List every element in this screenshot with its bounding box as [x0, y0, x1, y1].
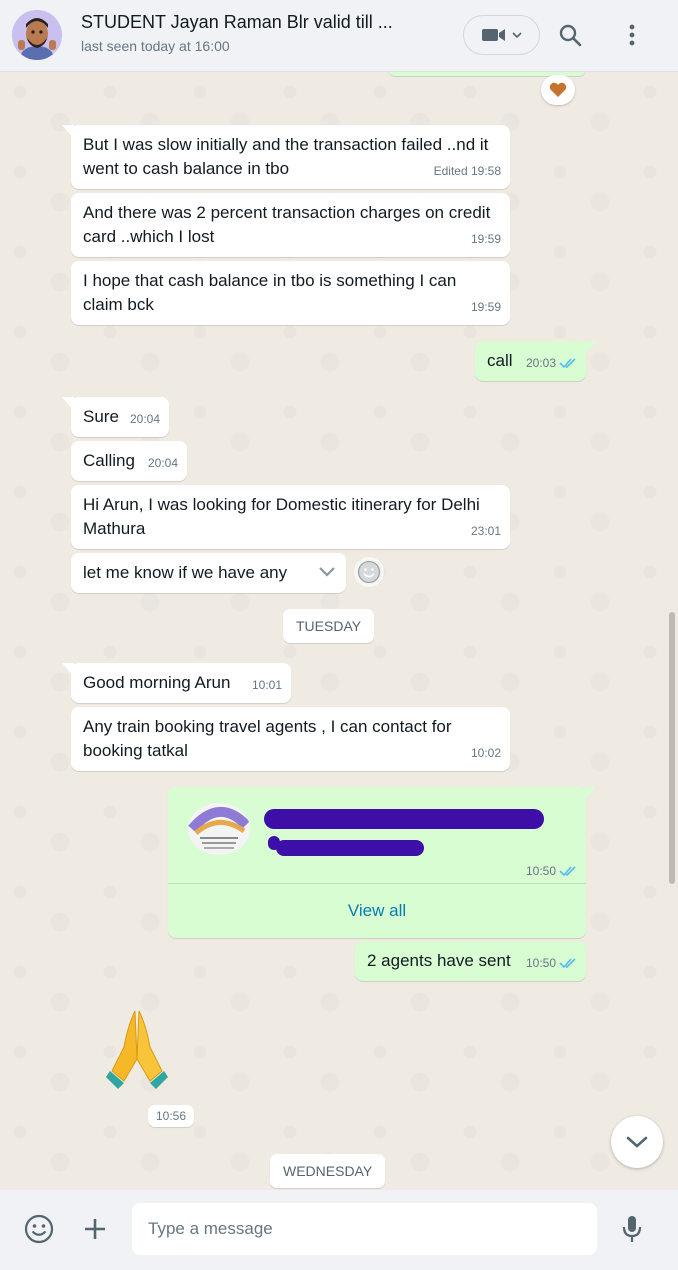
message-text: Good morning Arun	[83, 673, 231, 692]
message-text: Calling	[83, 451, 135, 470]
search-button[interactable]	[553, 18, 587, 52]
plus-icon	[85, 1219, 105, 1239]
message-incoming[interactable]: And there was 2 percent transaction char…	[71, 193, 510, 257]
video-camera-icon	[481, 29, 505, 41]
react-button[interactable]	[354, 557, 384, 587]
message-time: 19:59	[470, 300, 501, 314]
message-text: Hi Arun, I was looking for Domestic itin…	[83, 495, 480, 538]
message-text: call	[487, 351, 513, 370]
chevron-down-icon	[319, 567, 335, 577]
menu-button[interactable]	[615, 18, 649, 52]
message-incoming[interactable]: Hi Arun, I was looking for Domestic itin…	[71, 485, 510, 549]
message-incoming[interactable]: Good morning Arun 10:01	[71, 663, 291, 703]
smiley-icon	[357, 560, 381, 584]
folded-hands-icon	[106, 1010, 168, 1089]
emoji-button[interactable]	[22, 1212, 56, 1246]
view-all-button[interactable]: View all	[168, 884, 586, 938]
message-time: 10:01	[251, 678, 282, 692]
more-vertical-icon	[629, 24, 635, 46]
compose-bar	[0, 1190, 678, 1270]
message-time: 23:01	[470, 524, 501, 538]
date-divider: TUESDAY	[283, 609, 375, 643]
message-outgoing[interactable]: 2 agents have sent 10:50	[355, 941, 586, 981]
message-time: 10:50	[526, 951, 577, 975]
reaction-badge[interactable]	[541, 75, 575, 105]
bubble-tail	[584, 341, 596, 355]
message-menu-button[interactable]	[284, 553, 346, 593]
redacted-name	[264, 809, 544, 829]
search-icon	[559, 24, 582, 47]
message-outgoing[interactable]: call 20:03	[475, 341, 586, 381]
message-text: But I was slow initially and the transac…	[83, 135, 489, 178]
message-time: 20:04	[129, 412, 160, 426]
voice-message-button[interactable]	[616, 1212, 648, 1246]
message-input[interactable]	[132, 1203, 597, 1255]
chevron-down-icon	[511, 32, 522, 39]
microphone-icon	[622, 1216, 642, 1242]
double-check-icon	[559, 358, 576, 369]
message-text: Sure	[83, 407, 119, 426]
message-outgoing-contacts[interactable]: 10:50 View all	[168, 787, 586, 938]
message-text: And there was 2 percent transaction char…	[83, 203, 491, 246]
emoji-message[interactable]	[104, 1005, 170, 1091]
message-incoming[interactable]: Calling 20:04	[71, 441, 187, 481]
message-time: Edited 19:58	[433, 164, 501, 178]
chevron-down-icon	[626, 1136, 648, 1148]
message-incoming[interactable]: Any train booking travel agents , I can …	[71, 707, 510, 771]
message-text: 2 agents have sent	[367, 951, 511, 970]
message-time: 10:50	[526, 859, 577, 883]
redacted-name	[276, 840, 424, 856]
message-incoming[interactable]: let me know if we have any	[71, 553, 346, 593]
chat-area[interactable]: But I was slow initially and the transac…	[0, 72, 678, 1190]
double-check-icon	[559, 866, 576, 877]
message-time: 20:04	[147, 456, 178, 470]
scroll-to-bottom-button[interactable]	[611, 1116, 663, 1168]
contact-avatar[interactable]	[12, 10, 62, 60]
attach-button[interactable]	[78, 1212, 112, 1246]
double-check-icon	[559, 958, 576, 969]
scrollbar[interactable]	[669, 612, 675, 884]
message-text: Any train booking travel agents , I can …	[83, 717, 452, 760]
message-incoming[interactable]: Sure 20:04	[71, 397, 169, 437]
video-call-button[interactable]	[463, 15, 540, 55]
contact-card-image	[188, 803, 250, 855]
message-time: 10:56	[148, 1105, 195, 1127]
contact-name[interactable]: STUDENT Jayan Raman Blr valid till ...	[81, 12, 393, 33]
message-time: 10:02	[470, 746, 501, 760]
message-time: 20:03	[526, 351, 577, 375]
heart-icon	[549, 82, 567, 97]
smiley-icon	[24, 1214, 54, 1244]
chat-header: STUDENT Jayan Raman Blr valid till ... l…	[0, 0, 678, 72]
message-incoming[interactable]: I hope that cash balance in tbo is somet…	[71, 261, 510, 325]
message-text: let me know if we have any	[83, 563, 288, 582]
message-incoming[interactable]: But I was slow initially and the transac…	[71, 125, 510, 189]
message-time: 19:59	[470, 232, 501, 246]
date-divider: WEDNESDAY	[270, 1154, 386, 1188]
message-text: I hope that cash balance in tbo is somet…	[83, 271, 457, 314]
last-seen-status: last seen today at 16:00	[81, 38, 230, 54]
